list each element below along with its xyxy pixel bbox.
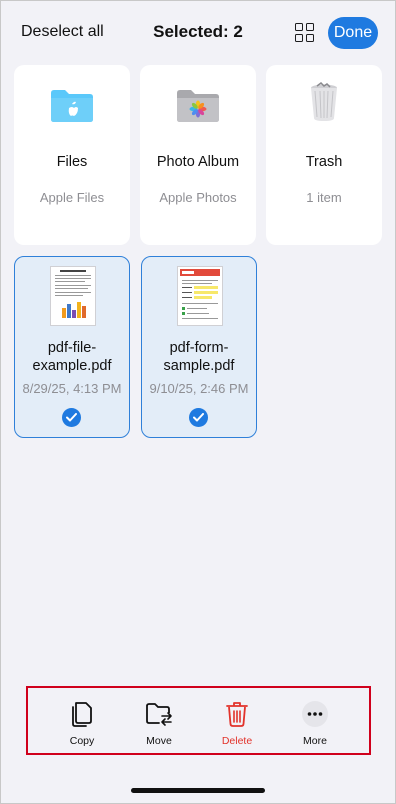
location-subtitle: Apple Files	[39, 190, 105, 205]
location-card-files[interactable]: Files Apple Files	[14, 65, 130, 245]
move-folder-icon	[146, 703, 172, 726]
app-frame: Deselect all Selected: 2 Done Files Appl…	[0, 0, 396, 804]
file-name: pdf-form- sample.pdf	[163, 340, 235, 374]
checkmark-icon[interactable]	[189, 408, 208, 427]
pdf-thumbnail-icon	[50, 266, 96, 326]
move-button[interactable]: Move	[129, 701, 189, 747]
location-name: Files	[56, 154, 88, 170]
top-bar: Deselect all Selected: 2 Done	[1, 1, 395, 65]
location-card-trash[interactable]: Trash 1 item	[266, 65, 382, 245]
copy-button[interactable]: Copy	[52, 701, 112, 747]
copy-label: Copy	[69, 735, 95, 747]
more-icon	[302, 701, 328, 727]
location-subtitle: Apple Photos	[159, 190, 237, 205]
copy-icon	[72, 702, 92, 727]
trash-icon	[226, 702, 248, 727]
trash-bin-icon	[311, 82, 337, 121]
location-subtitle: 1 item	[306, 190, 342, 205]
bottom-toolbar: Copy Move Delete More	[1, 677, 395, 767]
move-label: Move	[146, 735, 172, 747]
location-name: Photo Album	[156, 154, 240, 170]
location-card-photo-album[interactable]: Photo Album Apple Photos	[140, 65, 256, 245]
delete-label: Delete	[221, 735, 253, 747]
home-indicator[interactable]	[131, 788, 265, 793]
more-button[interactable]: More	[285, 701, 345, 747]
location-name: Trash	[305, 154, 343, 170]
done-button[interactable]: Done	[328, 17, 378, 49]
file-card[interactable]: pdf-file- example.pdf 8/29/25, 4:13 PM	[14, 256, 130, 438]
more-label: More	[303, 735, 327, 747]
file-date: 9/10/25, 2:46 PM	[149, 381, 249, 396]
folder-icon	[51, 90, 93, 122]
file-date: 8/29/25, 4:13 PM	[22, 381, 122, 396]
grid-icon[interactable]	[295, 23, 315, 43]
delete-button[interactable]: Delete	[207, 701, 267, 747]
file-card[interactable]: pdf-form- sample.pdf 9/10/25, 2:46 PM	[141, 256, 257, 438]
pdf-thumbnail-icon	[177, 266, 223, 326]
checkmark-icon[interactable]	[62, 408, 81, 427]
photos-icon	[177, 90, 219, 122]
file-name: pdf-file- example.pdf	[32, 340, 112, 374]
